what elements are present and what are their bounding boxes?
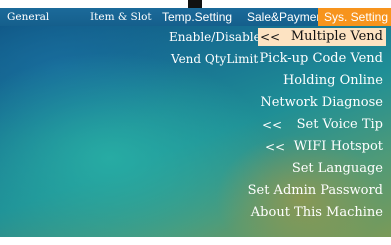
- menu-item-label: Multiple Vend: [290, 29, 383, 44]
- arrow-left-icon: <<: [260, 30, 281, 44]
- menu-item-label: Set Voice Tip: [296, 117, 383, 132]
- settings-screen: General Item & Slot Temp.Setting Sale&Pa…: [0, 8, 391, 237]
- menu-item-label: Network Diagnose: [260, 95, 383, 110]
- menu-item-label: Set Language: [291, 161, 383, 176]
- menu-item-label: WIFI Hotspot: [293, 139, 383, 154]
- tab-temp-setting[interactable]: Temp.Setting: [162, 8, 232, 26]
- menu-item-label: Holding Online: [282, 73, 383, 88]
- tab-general[interactable]: General: [7, 8, 49, 26]
- menu-item-label: Set Admin Password: [247, 183, 383, 198]
- arrow-left-icon: <<: [265, 140, 286, 154]
- tab-sale-payment[interactable]: Sale&Payment: [247, 8, 326, 26]
- menu-item-set-voice-tip[interactable]: << Set Voice Tip: [262, 116, 383, 134]
- menu-item-network-diagnose[interactable]: Network Diagnose: [260, 94, 383, 112]
- menu-item-label: About This Machine: [250, 205, 383, 220]
- tab-item-slot[interactable]: Item & Slot: [90, 8, 152, 26]
- menu-item-about-this-machine[interactable]: About This Machine: [251, 204, 383, 222]
- tab-sys-setting[interactable]: Sys. Setting: [318, 8, 391, 26]
- menu-item-wifi-hotspot[interactable]: << WIFI Hotspot: [265, 138, 383, 156]
- menu-item-label: Pick-up Code Vend: [259, 51, 383, 66]
- tab-bar: General Item & Slot Temp.Setting Sale&Pa…: [0, 8, 391, 26]
- menu-item-holding-online[interactable]: Holding Online: [283, 72, 383, 90]
- enable-disable-label[interactable]: Enable/Disable: [169, 30, 261, 44]
- menu-item-multiple-vend[interactable]: << Multiple Vend: [258, 28, 386, 46]
- arrow-left-icon: <<: [262, 118, 283, 132]
- vend-qty-limit-label[interactable]: Vend QtyLimit: [171, 52, 258, 66]
- menu-item-set-admin-password[interactable]: Set Admin Password: [248, 182, 383, 200]
- menu-item-pickup-code-vend[interactable]: Pick-up Code Vend: [259, 50, 383, 68]
- menu-item-set-language[interactable]: Set Language: [292, 160, 383, 178]
- top-bezel-marker: [188, 0, 202, 8]
